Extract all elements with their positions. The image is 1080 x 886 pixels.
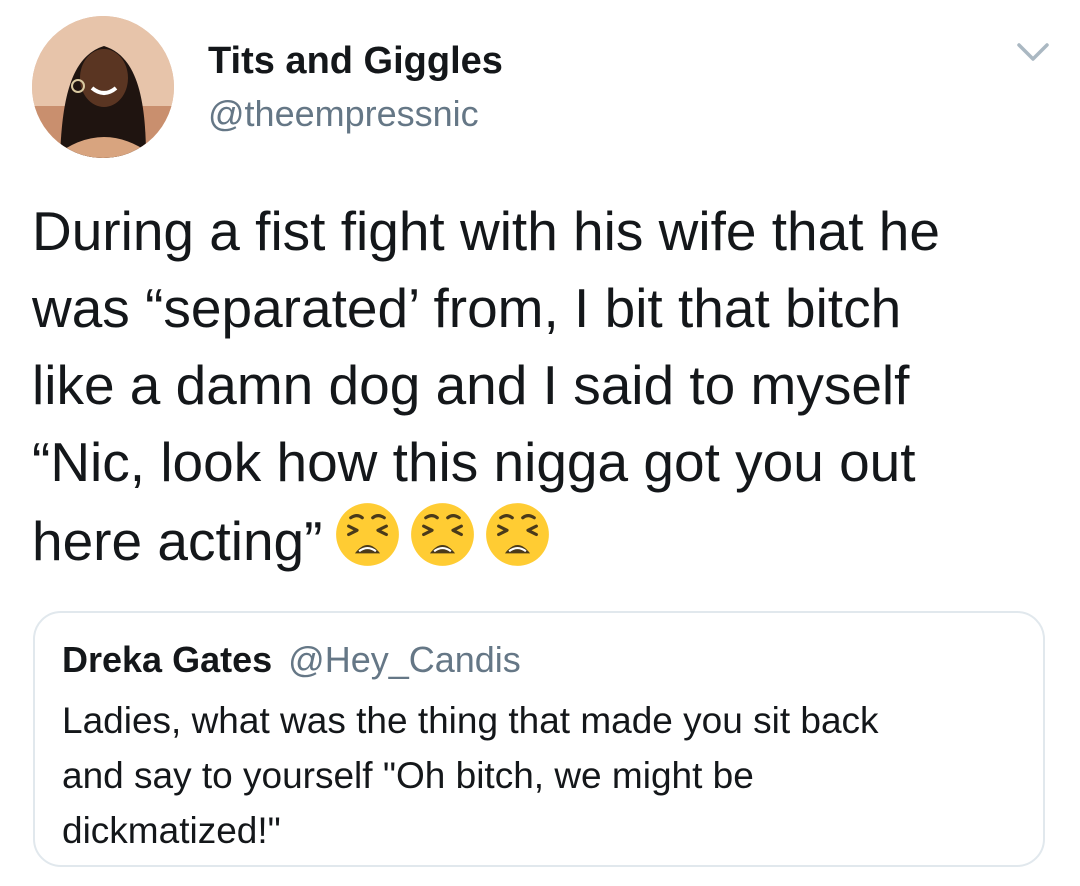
tweet-line: During a fist fight with his wife that h… [32,200,940,262]
emoji-group [334,501,551,568]
quoted-tweet-line: and say to yourself "Oh bitch, we might … [62,755,754,796]
weary-face-emoji-icon [486,503,550,566]
avatar[interactable] [32,16,174,158]
quoted-tweet-text: Ladies, what was the thing that made you… [62,693,1022,858]
quoted-tweet-card[interactable]: Dreka Gates @Hey_Candis Ladies, what was… [33,611,1045,867]
tweet-line: here acting” [32,501,1062,580]
tweet-line: was “separated’ from, I bit that bitch [32,277,902,339]
tweet-line: like a damn dog and I said to myself [32,354,910,416]
quoted-author-handle: @Hey_Candis [288,639,521,680]
weary-face-emoji-icon [336,503,400,566]
weary-face-emoji-icon [411,503,475,566]
tweet-line: “Nic, look how this nigga got you out [32,431,916,493]
author-display-name[interactable]: Tits and Giggles [208,38,503,84]
quoted-tweet-header: Dreka Gates @Hey_Candis [62,639,521,681]
tweet-text: During a fist fight with his wife that h… [32,193,1062,580]
quoted-tweet-line: dickmatized!" [62,810,281,851]
quoted-author-display-name: Dreka Gates [62,639,273,680]
author-handle[interactable]: @theempressnic [208,92,479,136]
chevron-down-icon[interactable] [1014,38,1052,68]
tweet-line-text: here acting” [32,510,323,572]
quoted-tweet-line: Ladies, what was the thing that made you… [62,700,879,741]
